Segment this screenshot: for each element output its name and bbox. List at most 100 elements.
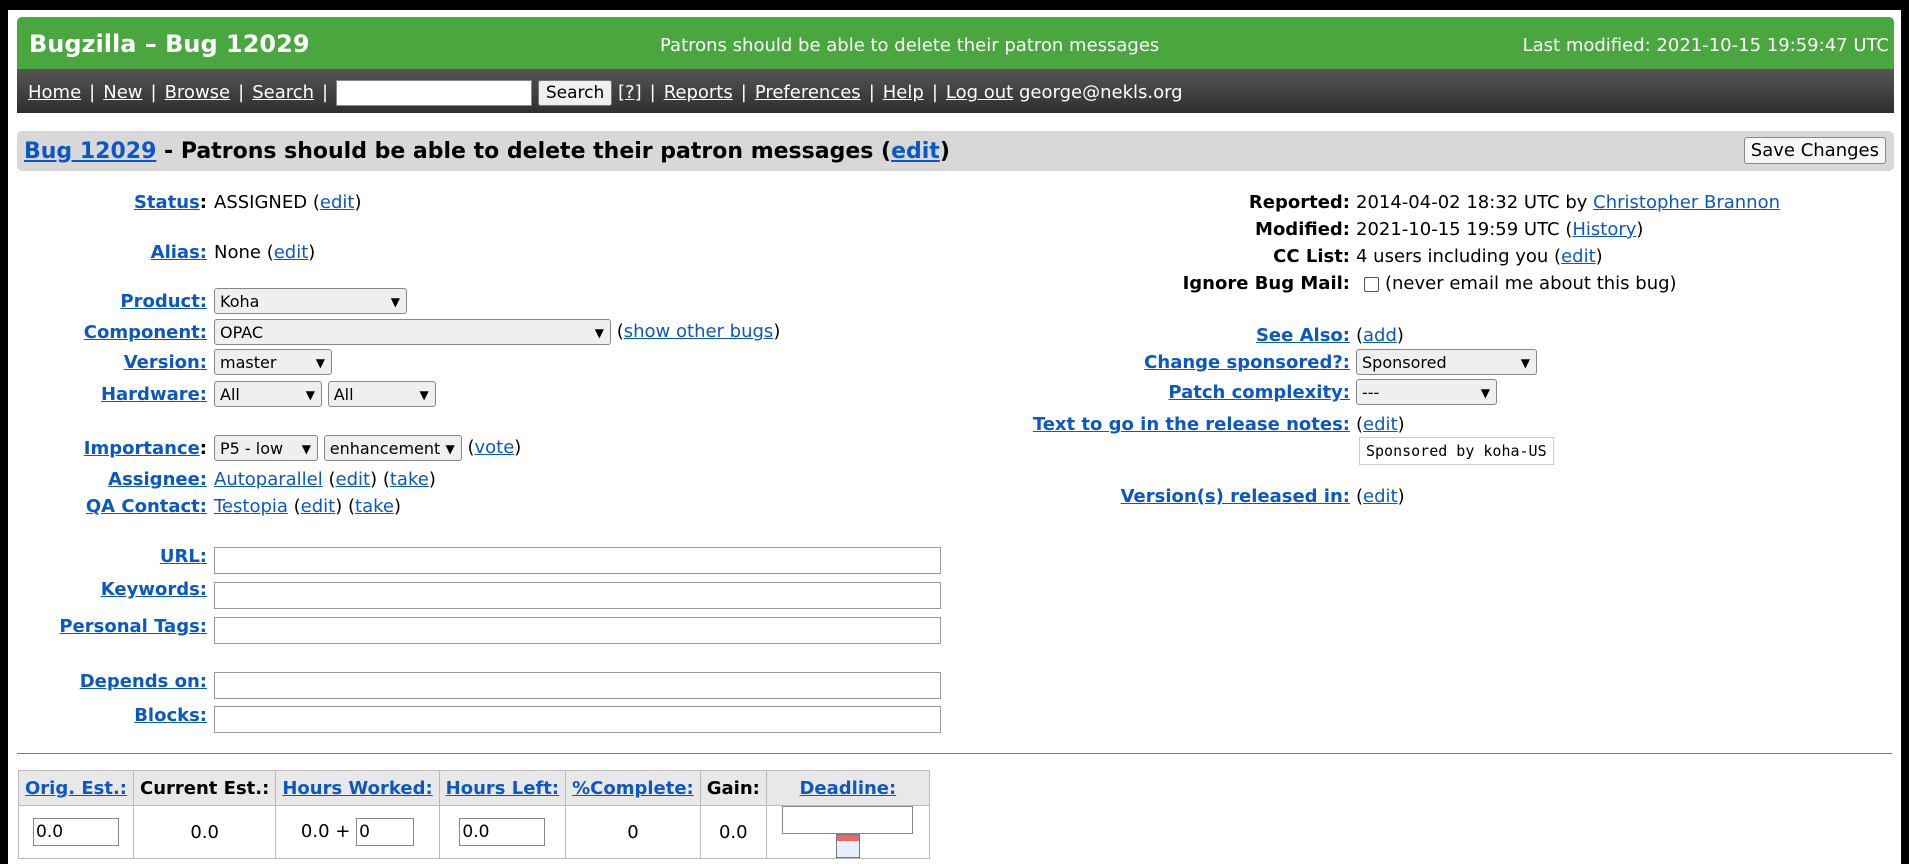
quicksearch-input[interactable]: [336, 80, 533, 106]
platform-select[interactable]: All ▼: [214, 381, 322, 407]
product-selected: Koha: [220, 292, 260, 311]
personal-tags-label: Personal Tags:: [59, 616, 207, 637]
change-sponsored-select[interactable]: Sponsored ▼: [1356, 349, 1537, 375]
nav-new-link[interactable]: New: [103, 82, 142, 103]
modified-value: 2021-10-15 19:59 UTC (History): [1356, 219, 1644, 240]
version-select[interactable]: master ▼: [214, 349, 332, 375]
deadline-help-link[interactable]: Deadline:: [799, 778, 896, 799]
versions-released-help-link[interactable]: Version(s) released in:: [1121, 486, 1350, 507]
assignee-help-link[interactable]: Assignee:: [108, 469, 207, 490]
orig-est-input[interactable]: [33, 818, 119, 846]
see-also-help-link[interactable]: See Also:: [1256, 325, 1350, 346]
url-input[interactable]: [214, 547, 941, 574]
importance-help-link[interactable]: Importance: [84, 438, 200, 459]
url-help-link[interactable]: URL:: [160, 546, 207, 567]
component-select[interactable]: OPAC ▼: [214, 319, 611, 345]
severity-select[interactable]: enhancement ▼: [323, 435, 462, 461]
alias-edit-link[interactable]: edit: [274, 242, 309, 263]
chevron-down-icon: ▼: [305, 388, 315, 402]
percent-complete-cell: 0: [565, 805, 701, 859]
hours-worked-input[interactable]: [356, 818, 415, 846]
vote-link[interactable]: vote: [474, 437, 514, 458]
save-changes-button[interactable]: Save Changes: [1743, 137, 1886, 164]
percent-complete-help-link[interactable]: %Complete:: [572, 778, 694, 799]
blocks-input[interactable]: [214, 706, 941, 733]
change-sponsored-help-link[interactable]: Change sponsored?:: [1144, 352, 1350, 373]
qa-contact-help-link[interactable]: QA Contact:: [86, 496, 207, 517]
alias-label: Alias:: [151, 242, 207, 263]
header-bug-summary: Patrons should be able to delete their p…: [660, 35, 1160, 56]
hours-left-input[interactable]: [459, 818, 546, 846]
nav-search-link[interactable]: Search: [252, 82, 314, 103]
assignee-link[interactable]: Autoparallel: [214, 469, 323, 490]
assignee-take-link[interactable]: take: [390, 469, 429, 490]
release-notes-edit: (edit): [1356, 414, 1405, 435]
deadline-input[interactable]: [782, 806, 914, 834]
nav-help-link[interactable]: Help: [883, 82, 924, 103]
edit-summary-link[interactable]: edit: [891, 139, 940, 164]
importance-label: Importance:: [83, 438, 207, 459]
see-also-add-link[interactable]: add: [1363, 325, 1397, 346]
version-help-link[interactable]: Version:: [124, 352, 207, 373]
page-title: Bugzilla – Bug 12029: [29, 30, 310, 58]
alias-help-link[interactable]: Alias:: [151, 242, 207, 263]
nav-logout-link[interactable]: Log out: [946, 82, 1013, 103]
quicksearch-button[interactable]: Search: [537, 80, 613, 106]
orig-est-help-link[interactable]: Orig. Est.:: [25, 778, 127, 799]
depends-on-help-link[interactable]: Depends on:: [80, 671, 207, 692]
depends-on-input[interactable]: [214, 672, 941, 699]
ignore-bug-mail-checkbox[interactable]: [1364, 276, 1379, 292]
status-edit-link[interactable]: edit: [320, 192, 355, 213]
qa-contact-edit-link[interactable]: edit: [301, 496, 336, 517]
nav-preferences-link[interactable]: Preferences: [755, 82, 861, 103]
component-help-link[interactable]: Component:: [84, 322, 207, 343]
patch-complexity-row: --- ▼: [1356, 379, 1497, 405]
status-value: ASSIGNED (edit): [214, 192, 362, 213]
release-notes-help-link[interactable]: Text to go in the release notes:: [1033, 414, 1350, 435]
component-selected: OPAC: [220, 323, 264, 342]
hours-worked-cell: 0.0 +: [275, 805, 440, 859]
os-selected: All: [333, 385, 354, 404]
assignee-edit-link[interactable]: edit: [336, 469, 371, 490]
product-help-link[interactable]: Product:: [120, 291, 207, 312]
qa-contact-take-link[interactable]: take: [355, 496, 394, 517]
reporter-link[interactable]: Christopher Brannon: [1593, 192, 1780, 213]
product-select[interactable]: Koha ▼: [214, 288, 407, 314]
reported-label: Reported:: [1248, 192, 1350, 213]
hours-worked-help-link[interactable]: Hours Worked:: [282, 778, 432, 799]
status-help-link[interactable]: Status: [134, 192, 200, 213]
versions-released-edit-link[interactable]: edit: [1363, 486, 1398, 507]
chevron-down-icon: ▼: [419, 388, 429, 402]
release-notes-edit-link[interactable]: edit: [1363, 414, 1398, 435]
priority-select[interactable]: P5 - low ▼: [214, 435, 318, 461]
show-other-bugs-link[interactable]: show other bugs: [624, 321, 774, 342]
cc-edit-link[interactable]: edit: [1561, 246, 1596, 267]
calendar-icon[interactable]: [835, 834, 860, 858]
keywords-help-link[interactable]: Keywords:: [101, 579, 207, 600]
patch-complexity-help-link[interactable]: Patch complexity:: [1168, 382, 1350, 403]
history-link[interactable]: History: [1572, 219, 1636, 240]
qa-contact-row: Testopia (edit) (take): [214, 496, 401, 517]
quicksearch-help-link[interactable]: [?]: [618, 82, 642, 103]
qa-contact-link[interactable]: Testopia: [214, 496, 288, 517]
personal-tags-input[interactable]: [214, 617, 941, 644]
keywords-input[interactable]: [214, 582, 941, 609]
blocks-help-link[interactable]: Blocks:: [134, 705, 207, 726]
nav-reports-link[interactable]: Reports: [664, 82, 733, 103]
nav-home-link[interactable]: Home: [28, 82, 81, 103]
reported-text: 2014-04-02 18:32 UTC by: [1356, 192, 1594, 213]
personal-tags-help-link[interactable]: Personal Tags:: [59, 616, 207, 637]
os-select[interactable]: All ▼: [327, 381, 436, 407]
see-also-value: (add): [1356, 325, 1404, 346]
status-text: ASSIGNED: [214, 192, 308, 213]
hours-left-header: Hours Left:: [438, 770, 567, 806]
bug-number-link[interactable]: Bug 12029: [24, 139, 156, 164]
bug-title-bar: Bug 12029 - Patrons should be able to de…: [17, 131, 1894, 171]
patch-complexity-select[interactable]: --- ▼: [1356, 379, 1497, 405]
hardware-help-link[interactable]: Hardware:: [101, 384, 207, 405]
gain-header: Gain:: [699, 770, 767, 806]
hours-left-help-link[interactable]: Hours Left:: [446, 778, 559, 799]
change-sponsored-row: Sponsored ▼: [1356, 349, 1537, 375]
nav-sep: |: [150, 82, 157, 103]
nav-browse-link[interactable]: Browse: [165, 82, 231, 103]
